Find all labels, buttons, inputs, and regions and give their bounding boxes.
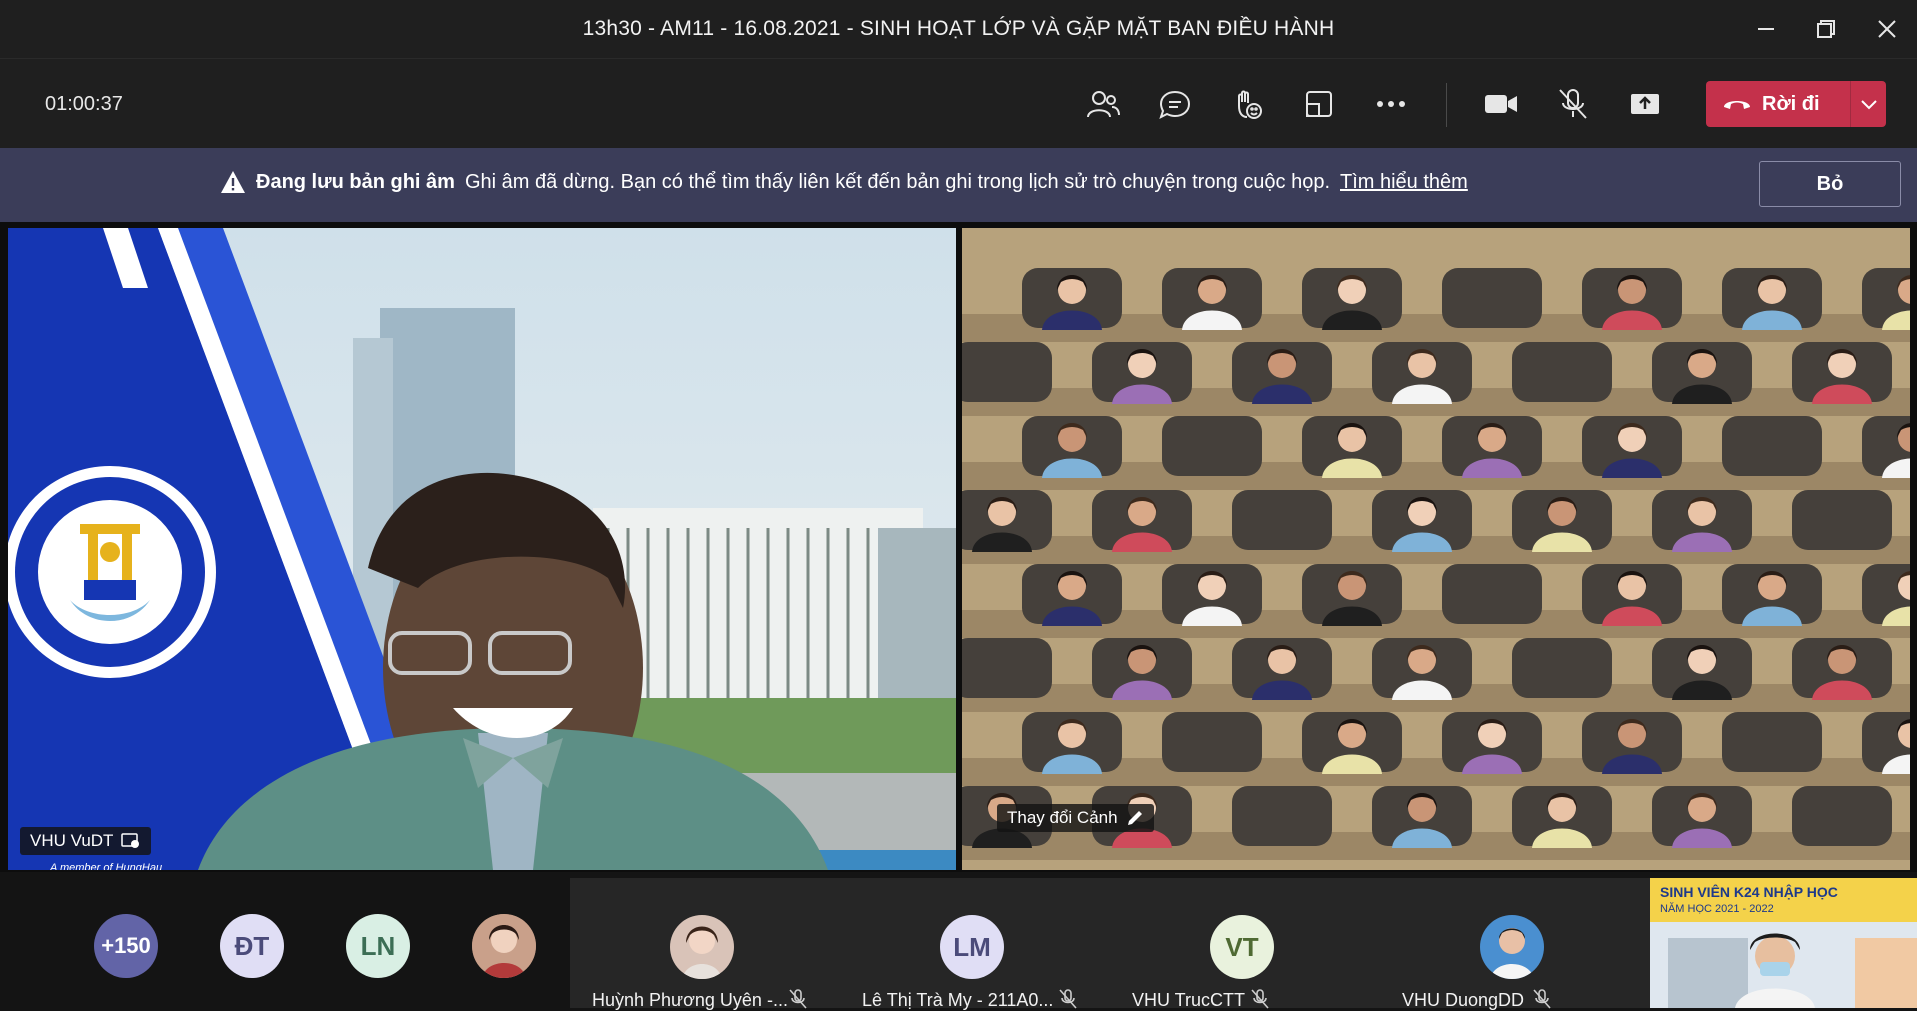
window-titlebar: 13h30 - AM11 - 16.08.2021 - SINH HOẠT LỚ… [0,0,1917,58]
mic-muted-icon [1559,89,1587,119]
minimize-button[interactable] [1736,0,1796,58]
overflow-participants-badge[interactable]: +150 [94,914,158,978]
change-scene-button[interactable]: Thay đổi Cảnh [997,804,1154,832]
auditorium-seat [1722,416,1822,476]
participant-photo [1480,915,1544,979]
participant-avatar-photo[interactable] [472,914,536,978]
leave-label: Rời đi [1762,92,1820,115]
meeting-timer: 01:00:37 [45,93,123,115]
video-stage: A member of HungHau VHU VuDT Thay đổi Cả… [0,222,1917,872]
auditorium-seat [1232,786,1332,846]
warning-icon [221,171,245,193]
auditorium-seat [1442,268,1542,328]
leave-button[interactable]: Rời đi [1706,81,1850,127]
rooms-icon [1306,91,1332,117]
camera-icon [1485,95,1517,113]
poster-line-1: SINH VIÊN K24 NHẬP HỌC [1660,884,1838,900]
banner-message: Ghi âm đã dừng. Bạn có thể tìm thấy liên… [464,170,1330,193]
self-preview-tile[interactable]: SINH VIÊN K24 NHẬP HỌC NĂM HỌC 2021 - 20… [1650,878,1917,1008]
participant-tile[interactable]: VT VHU TrucCTT [1110,878,1380,1010]
participant-tile[interactable]: VHU DuongDD [1380,878,1650,1010]
reactions-icon [1238,90,1262,119]
auditorium-seat [1162,416,1262,476]
reactions-button[interactable] [1224,81,1270,127]
auditorium-seat [962,638,1052,698]
change-scene-label: Thay đổi Cảnh [1007,808,1118,827]
participant-avatar-dt[interactable]: ĐT [220,914,284,978]
photo-avatar [670,915,734,979]
breakout-rooms-button[interactable] [1296,81,1342,127]
auditorium-seat [1232,490,1332,550]
auditorium-scene [962,228,1910,870]
share-screen-button[interactable] [1622,81,1668,127]
learn-more-link[interactable]: Tìm hiểu thêm [1340,171,1468,194]
footer-text: A member of HungHau [50,862,163,870]
hangup-icon [1724,101,1750,109]
close-icon [1878,20,1896,38]
together-mode-tile[interactable]: Thay đổi Cảnh [962,228,1910,870]
window-title: 13h30 - AM11 - 16.08.2021 - SINH HOẠT LỚ… [582,17,1335,40]
people-icon [1087,91,1120,118]
microphone-button[interactable] [1550,81,1596,127]
participant-avatar-vt: VT [1210,915,1274,979]
photo-avatar [472,914,536,978]
camera-button[interactable] [1478,81,1524,127]
people-button[interactable] [1080,81,1126,127]
mic-muted-icon [789,989,807,1009]
dismiss-button[interactable]: Bỏ [1759,161,1901,207]
participant-avatar-lm: LM [940,915,1004,979]
auditorium-seat [1512,638,1612,698]
meeting-toolbar: 01:00:37 Rời đi [0,58,1917,149]
participant-photo [670,915,734,979]
maximize-button[interactable] [1796,0,1856,58]
chevron-down-icon [1860,100,1877,110]
leave-options-button[interactable] [1851,98,1886,110]
pencil-icon [1127,811,1142,825]
auditorium-seat [962,342,1052,402]
auditorium-seat [1162,712,1262,772]
leave-button-group: Rời đi [1706,81,1886,127]
minimize-icon [1758,28,1774,30]
more-actions-button[interactable] [1368,81,1414,127]
chat-icon [1159,90,1191,119]
auditorium-seat [1722,712,1822,772]
university-logo [50,510,180,560]
mic-muted-icon [1533,989,1551,1009]
speaker-name-tag: VHU VuDT [20,827,152,855]
close-button[interactable] [1857,0,1917,58]
participant-tile[interactable]: LM Lê Thị Trà My - 211A0... [840,878,1110,1010]
chat-button[interactable] [1152,81,1198,127]
banner-title: Đang lưu bản ghi âm [256,170,455,193]
auditorium-seat [1512,342,1612,402]
share-icon [1631,94,1659,114]
mic-muted-icon [1059,989,1077,1009]
speaker-name: VHU VuDT [30,831,114,850]
more-icon [1377,101,1405,107]
auditorium-seat [1792,786,1892,846]
restore-icon [1817,20,1835,38]
poster-line-2: NĂM HỌC 2021 - 2022 [1660,903,1774,915]
auditorium-seat [1442,564,1542,624]
banner-content: Đang lưu bản ghi âm Ghi âm đã dừng. Bạn … [220,170,1468,194]
participant-tile[interactable]: Huỳnh Phương Uyên -... [570,878,840,1010]
photo-avatar [1480,915,1544,979]
toolbar-divider [1446,83,1447,127]
screen-share-indicator-icon [121,833,140,848]
participant-avatar-ln[interactable]: LN [346,914,410,978]
recording-banner: Đang lưu bản ghi âm Ghi âm đã dừng. Bạn … [0,148,1917,222]
mic-muted-icon [1251,989,1269,1009]
auditorium-seat [1792,490,1892,550]
speaker-video-tile[interactable]: A member of HungHau VHU VuDT [8,228,956,870]
